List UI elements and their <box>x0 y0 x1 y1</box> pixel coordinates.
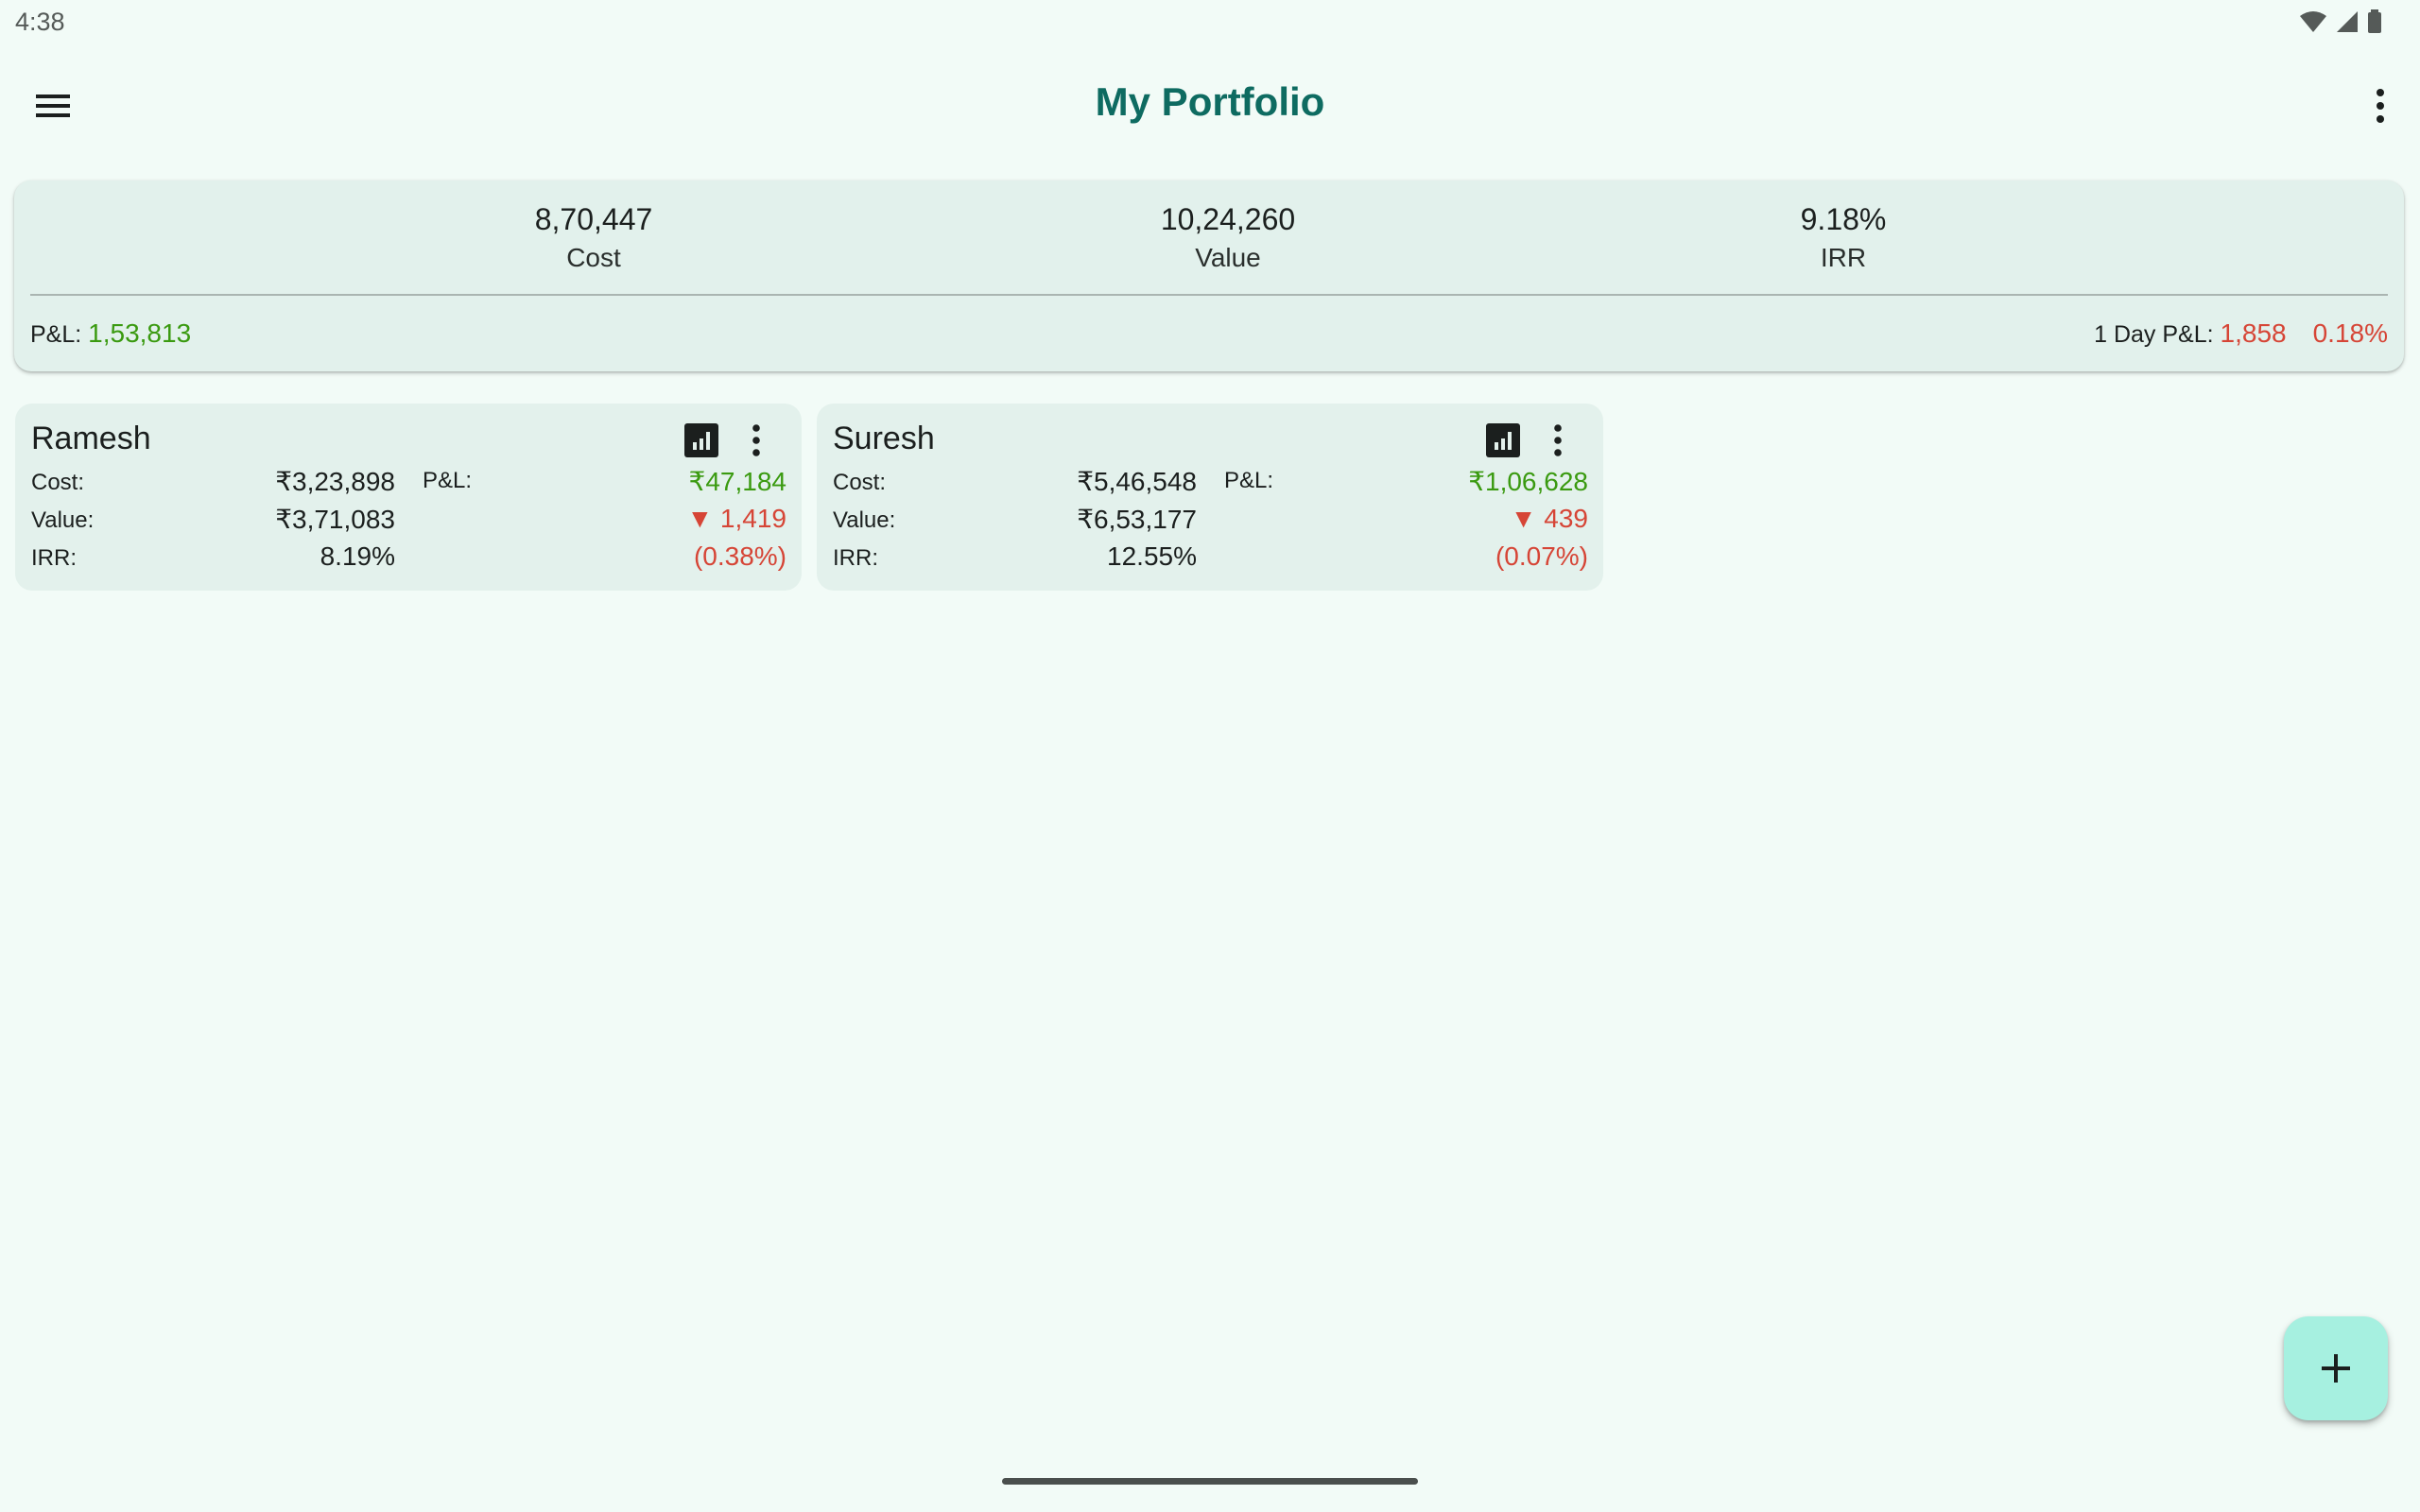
plus-icon <box>2322 1354 2350 1383</box>
page-title: My Portfolio <box>1095 79 1325 124</box>
irr-value: 12.55% <box>1107 541 1197 571</box>
irr-label: IRR: <box>31 545 77 571</box>
total-value-value: 10,24,260 <box>1160 202 1296 236</box>
total-cost-value: 8,70,447 <box>534 202 653 236</box>
summary-divider <box>30 294 2388 296</box>
bar-chart-icon <box>684 423 718 457</box>
battery-icon <box>2368 9 2381 33</box>
more-vertical-icon <box>1554 424 1562 456</box>
total-irr-metric: 9.18% IRR <box>1702 199 1985 277</box>
more-vertical-icon <box>752 424 760 456</box>
value-label: Value: <box>833 507 896 533</box>
day-pl-percent: 0.18% <box>2312 318 2388 348</box>
irr-label: IRR: <box>833 545 878 571</box>
day-change-percent: (0.07%) <box>1495 541 1588 571</box>
irr-value: 8.19% <box>320 541 395 571</box>
portfolio-card[interactable]: Suresh Cost: ₹5,46,548 Value: ₹6,53,177 … <box>817 404 1603 591</box>
day-change-percent: (0.38%) <box>693 541 786 571</box>
overflow-menu-button[interactable] <box>2354 81 2407 130</box>
total-irr-value: 9.18% <box>1800 202 1887 236</box>
day-pl: 1 Day P&L: 1,858 0.18% <box>2094 318 2388 349</box>
cost-value: ₹5,46,548 <box>1077 467 1197 496</box>
status-bar: 4:38 <box>0 0 2420 47</box>
cost-label: Cost: <box>31 470 85 495</box>
total-cost-label: Cost <box>566 243 621 272</box>
add-portfolio-button[interactable] <box>2284 1316 2388 1420</box>
pl-label: P&L: <box>423 468 473 493</box>
value-label: Value: <box>31 507 95 533</box>
pl-label: P&L: <box>1224 468 1274 493</box>
card-menu-button[interactable] <box>741 422 771 458</box>
app-bar: My Portfolio <box>0 47 2420 164</box>
day-change-value: ▼ 1,419 <box>686 504 786 533</box>
chart-button[interactable] <box>683 422 719 458</box>
total-pl: P&L: 1,53,813 <box>30 318 191 349</box>
cost-value: ₹3,23,898 <box>275 467 395 496</box>
status-icons <box>2299 9 2382 34</box>
pl-value: ₹1,06,628 <box>1468 467 1588 496</box>
cost-label: Cost: <box>833 470 887 495</box>
portfolio-name: Ramesh <box>31 421 151 456</box>
portfolio-name: Suresh <box>833 421 935 456</box>
portfolio-card[interactable]: Ramesh Cost: ₹3,23,898 Value: ₹3,71,083 … <box>15 404 802 591</box>
card-menu-button[interactable] <box>1543 422 1573 458</box>
more-vertical-icon <box>2377 89 2384 123</box>
wifi-icon <box>2300 11 2326 32</box>
total-cost-metric: 8,70,447 Cost <box>452 199 735 277</box>
total-pl-value: 1,53,813 <box>88 318 192 348</box>
chart-button[interactable] <box>1485 422 1521 458</box>
day-pl-label: 1 Day P&L: <box>2094 321 2214 348</box>
value-value: ₹6,53,177 <box>1077 505 1197 534</box>
gesture-navigation-bar[interactable] <box>1002 1478 1418 1485</box>
total-value-metric: 10,24,260 Value <box>1086 199 1370 277</box>
total-irr-label: IRR <box>1820 243 1867 272</box>
cellular-signal-icon <box>2337 11 2358 32</box>
day-change-value: ▼ 439 <box>1510 504 1588 533</box>
value-value: ₹3,71,083 <box>275 505 395 534</box>
portfolio-summary-card: 8,70,447 Cost 10,24,260 Value 9.18% IRR … <box>14 180 2404 371</box>
status-time: 4:38 <box>15 8 65 36</box>
total-pl-label: P&L: <box>30 321 82 348</box>
total-value-label: Value <box>1195 243 1261 272</box>
pl-value: ₹47,184 <box>688 467 786 496</box>
bar-chart-icon <box>1486 423 1520 457</box>
day-pl-value: 1,858 <box>2220 318 2287 348</box>
